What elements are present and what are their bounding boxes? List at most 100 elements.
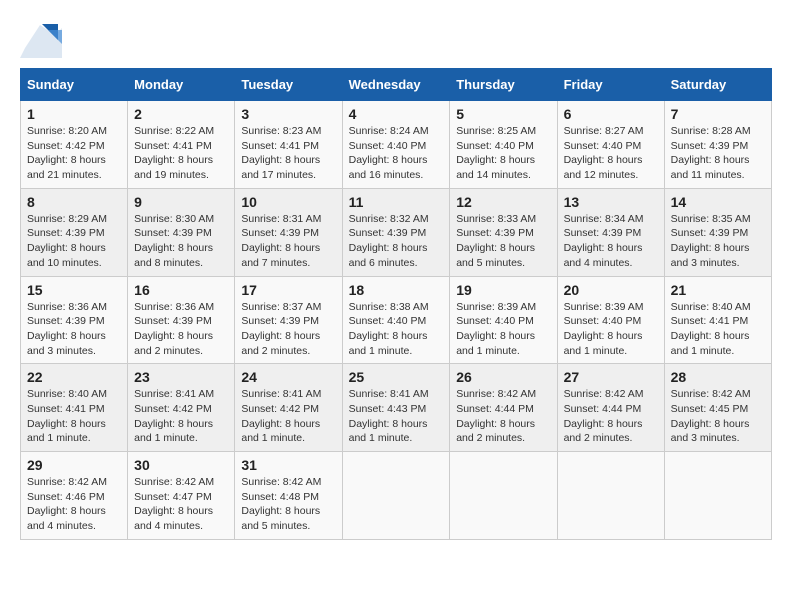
calendar-cell: 20 Sunrise: 8:39 AM Sunset: 4:40 PM Dayl…: [557, 276, 664, 364]
day-number: 21: [671, 282, 765, 298]
day-info: Sunrise: 8:24 AM Sunset: 4:40 PM Dayligh…: [349, 124, 444, 183]
calendar-cell: 22 Sunrise: 8:40 AM Sunset: 4:41 PM Dayl…: [21, 364, 128, 452]
day-number: 4: [349, 106, 444, 122]
calendar-cell: [342, 452, 450, 540]
col-saturday: Saturday: [664, 69, 771, 101]
calendar-cell: 28 Sunrise: 8:42 AM Sunset: 4:45 PM Dayl…: [664, 364, 771, 452]
day-info: Sunrise: 8:25 AM Sunset: 4:40 PM Dayligh…: [456, 124, 550, 183]
day-info: Sunrise: 8:41 AM Sunset: 4:42 PM Dayligh…: [241, 387, 335, 446]
calendar-cell: 8 Sunrise: 8:29 AM Sunset: 4:39 PM Dayli…: [21, 188, 128, 276]
calendar-table: SundayMondayTuesdayWednesdayThursdayFrid…: [20, 68, 772, 540]
day-info: Sunrise: 8:34 AM Sunset: 4:39 PM Dayligh…: [564, 212, 658, 271]
day-number: 7: [671, 106, 765, 122]
day-info: Sunrise: 8:28 AM Sunset: 4:39 PM Dayligh…: [671, 124, 765, 183]
logo-icon: [20, 20, 62, 58]
calendar-cell: 7 Sunrise: 8:28 AM Sunset: 4:39 PM Dayli…: [664, 101, 771, 189]
day-info: Sunrise: 8:27 AM Sunset: 4:40 PM Dayligh…: [564, 124, 658, 183]
day-info: Sunrise: 8:22 AM Sunset: 4:41 PM Dayligh…: [134, 124, 228, 183]
day-number: 31: [241, 457, 335, 473]
day-number: 8: [27, 194, 121, 210]
calendar-cell: 13 Sunrise: 8:34 AM Sunset: 4:39 PM Dayl…: [557, 188, 664, 276]
calendar-cell: 12 Sunrise: 8:33 AM Sunset: 4:39 PM Dayl…: [450, 188, 557, 276]
day-number: 6: [564, 106, 658, 122]
day-number: 13: [564, 194, 658, 210]
day-number: 25: [349, 369, 444, 385]
day-info: Sunrise: 8:40 AM Sunset: 4:41 PM Dayligh…: [671, 300, 765, 359]
day-info: Sunrise: 8:42 AM Sunset: 4:48 PM Dayligh…: [241, 475, 335, 534]
day-number: 23: [134, 369, 228, 385]
day-info: Sunrise: 8:32 AM Sunset: 4:39 PM Dayligh…: [349, 212, 444, 271]
calendar-cell: 3 Sunrise: 8:23 AM Sunset: 4:41 PM Dayli…: [235, 101, 342, 189]
calendar-cell: 31 Sunrise: 8:42 AM Sunset: 4:48 PM Dayl…: [235, 452, 342, 540]
day-number: 11: [349, 194, 444, 210]
day-info: Sunrise: 8:41 AM Sunset: 4:43 PM Dayligh…: [349, 387, 444, 446]
week-row-5: 29 Sunrise: 8:42 AM Sunset: 4:46 PM Dayl…: [21, 452, 772, 540]
col-sunday: Sunday: [21, 69, 128, 101]
week-row-3: 15 Sunrise: 8:36 AM Sunset: 4:39 PM Dayl…: [21, 276, 772, 364]
day-number: 5: [456, 106, 550, 122]
day-number: 2: [134, 106, 228, 122]
week-row-1: 1 Sunrise: 8:20 AM Sunset: 4:42 PM Dayli…: [21, 101, 772, 189]
day-info: Sunrise: 8:29 AM Sunset: 4:39 PM Dayligh…: [27, 212, 121, 271]
day-info: Sunrise: 8:36 AM Sunset: 4:39 PM Dayligh…: [27, 300, 121, 359]
calendar-cell: 15 Sunrise: 8:36 AM Sunset: 4:39 PM Dayl…: [21, 276, 128, 364]
day-number: 20: [564, 282, 658, 298]
day-number: 29: [27, 457, 121, 473]
logo: [20, 20, 66, 58]
page-header: [20, 20, 772, 58]
day-info: Sunrise: 8:38 AM Sunset: 4:40 PM Dayligh…: [349, 300, 444, 359]
col-friday: Friday: [557, 69, 664, 101]
day-number: 28: [671, 369, 765, 385]
day-number: 17: [241, 282, 335, 298]
day-info: Sunrise: 8:42 AM Sunset: 4:46 PM Dayligh…: [27, 475, 121, 534]
calendar-cell: [450, 452, 557, 540]
day-info: Sunrise: 8:37 AM Sunset: 4:39 PM Dayligh…: [241, 300, 335, 359]
day-number: 14: [671, 194, 765, 210]
calendar-cell: 18 Sunrise: 8:38 AM Sunset: 4:40 PM Dayl…: [342, 276, 450, 364]
calendar-cell: 6 Sunrise: 8:27 AM Sunset: 4:40 PM Dayli…: [557, 101, 664, 189]
day-info: Sunrise: 8:42 AM Sunset: 4:44 PM Dayligh…: [456, 387, 550, 446]
week-row-4: 22 Sunrise: 8:40 AM Sunset: 4:41 PM Dayl…: [21, 364, 772, 452]
day-info: Sunrise: 8:31 AM Sunset: 4:39 PM Dayligh…: [241, 212, 335, 271]
calendar-cell: 9 Sunrise: 8:30 AM Sunset: 4:39 PM Dayli…: [128, 188, 235, 276]
calendar-cell: 23 Sunrise: 8:41 AM Sunset: 4:42 PM Dayl…: [128, 364, 235, 452]
col-monday: Monday: [128, 69, 235, 101]
day-number: 19: [456, 282, 550, 298]
day-info: Sunrise: 8:23 AM Sunset: 4:41 PM Dayligh…: [241, 124, 335, 183]
day-info: Sunrise: 8:42 AM Sunset: 4:45 PM Dayligh…: [671, 387, 765, 446]
calendar-cell: 4 Sunrise: 8:24 AM Sunset: 4:40 PM Dayli…: [342, 101, 450, 189]
calendar-cell: 26 Sunrise: 8:42 AM Sunset: 4:44 PM Dayl…: [450, 364, 557, 452]
day-number: 15: [27, 282, 121, 298]
day-info: Sunrise: 8:39 AM Sunset: 4:40 PM Dayligh…: [564, 300, 658, 359]
calendar-cell: 21 Sunrise: 8:40 AM Sunset: 4:41 PM Dayl…: [664, 276, 771, 364]
day-number: 22: [27, 369, 121, 385]
day-number: 27: [564, 369, 658, 385]
day-number: 12: [456, 194, 550, 210]
calendar-cell: 29 Sunrise: 8:42 AM Sunset: 4:46 PM Dayl…: [21, 452, 128, 540]
day-number: 18: [349, 282, 444, 298]
day-info: Sunrise: 8:35 AM Sunset: 4:39 PM Dayligh…: [671, 212, 765, 271]
day-info: Sunrise: 8:41 AM Sunset: 4:42 PM Dayligh…: [134, 387, 228, 446]
calendar-cell: [557, 452, 664, 540]
day-info: Sunrise: 8:20 AM Sunset: 4:42 PM Dayligh…: [27, 124, 121, 183]
calendar-cell: 11 Sunrise: 8:32 AM Sunset: 4:39 PM Dayl…: [342, 188, 450, 276]
calendar-cell: 30 Sunrise: 8:42 AM Sunset: 4:47 PM Dayl…: [128, 452, 235, 540]
day-number: 9: [134, 194, 228, 210]
calendar-cell: 10 Sunrise: 8:31 AM Sunset: 4:39 PM Dayl…: [235, 188, 342, 276]
day-info: Sunrise: 8:39 AM Sunset: 4:40 PM Dayligh…: [456, 300, 550, 359]
day-info: Sunrise: 8:36 AM Sunset: 4:39 PM Dayligh…: [134, 300, 228, 359]
col-tuesday: Tuesday: [235, 69, 342, 101]
day-info: Sunrise: 8:42 AM Sunset: 4:44 PM Dayligh…: [564, 387, 658, 446]
day-number: 24: [241, 369, 335, 385]
day-number: 3: [241, 106, 335, 122]
calendar-cell: 25 Sunrise: 8:41 AM Sunset: 4:43 PM Dayl…: [342, 364, 450, 452]
calendar-cell: 17 Sunrise: 8:37 AM Sunset: 4:39 PM Dayl…: [235, 276, 342, 364]
day-number: 1: [27, 106, 121, 122]
day-info: Sunrise: 8:42 AM Sunset: 4:47 PM Dayligh…: [134, 475, 228, 534]
calendar-cell: 27 Sunrise: 8:42 AM Sunset: 4:44 PM Dayl…: [557, 364, 664, 452]
day-info: Sunrise: 8:40 AM Sunset: 4:41 PM Dayligh…: [27, 387, 121, 446]
day-info: Sunrise: 8:33 AM Sunset: 4:39 PM Dayligh…: [456, 212, 550, 271]
day-number: 26: [456, 369, 550, 385]
calendar-cell: [664, 452, 771, 540]
col-thursday: Thursday: [450, 69, 557, 101]
